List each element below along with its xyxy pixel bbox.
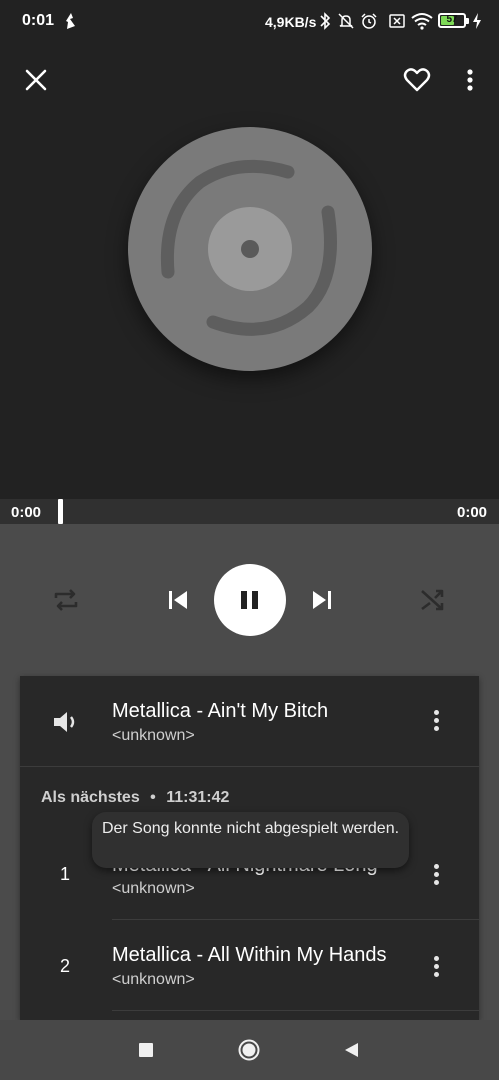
battery-level: 57	[446, 14, 458, 25]
divider	[112, 1010, 479, 1011]
more-vert-icon[interactable]	[434, 956, 440, 980]
queue-item-index: 1	[60, 864, 71, 884]
more-vert-icon[interactable]	[434, 864, 440, 888]
more-vert-icon[interactable]	[434, 710, 440, 734]
status-bar: 0:01 4,9KB/s 57	[0, 0, 499, 44]
more-vert-icon[interactable]	[466, 68, 474, 92]
wifi-icon	[411, 12, 433, 30]
previous-icon[interactable]	[166, 588, 190, 612]
pause-icon	[239, 589, 261, 611]
repeat-icon[interactable]	[52, 586, 80, 614]
home-icon[interactable]	[238, 1039, 260, 1061]
queue-header: Als nächstes • 11:31:42	[41, 789, 229, 807]
total-time: 0:00	[457, 504, 488, 521]
now-playing-artist: <unknown>	[112, 727, 195, 744]
queue-header-label: Als nächstes	[41, 789, 140, 806]
battery-tip	[466, 18, 469, 24]
alarm-icon	[360, 12, 378, 30]
sim-off-icon	[388, 12, 406, 30]
queue-duration: 11:31:42	[166, 789, 230, 806]
battery-icon: 57	[438, 13, 466, 28]
speaker-icon	[52, 709, 80, 735]
next-icon[interactable]	[310, 588, 334, 612]
divider	[20, 766, 479, 767]
progress-bar[interactable]	[0, 499, 499, 524]
bluetooth-icon	[317, 12, 335, 30]
queue-item-artist: <unknown>	[112, 971, 195, 988]
recents-icon[interactable]	[139, 1043, 153, 1057]
queue-item-artist: <unknown>	[112, 880, 195, 897]
network-speed: 4,9KB/s	[265, 14, 317, 30]
navigation-bar	[0, 1020, 499, 1080]
close-icon[interactable]	[24, 68, 48, 92]
play-pause-button[interactable]	[214, 564, 286, 636]
shuffle-icon[interactable]	[419, 586, 447, 614]
now-playing-row[interactable]: Metallica - Ain't My Bitch <unknown>	[20, 676, 479, 766]
mute-icon	[337, 12, 355, 30]
queue-item[interactable]: 2 Metallica - All Within My Hands <unkno…	[20, 920, 479, 1010]
back-icon[interactable]	[343, 1042, 359, 1058]
status-time: 0:01	[22, 12, 55, 29]
queue-item-title: Metallica - All Within My Hands	[112, 944, 387, 966]
toast-message: Der Song konnte nicht abgespielt werden.	[92, 812, 409, 868]
disc-hole	[241, 240, 259, 258]
queue-item-index: 2	[60, 956, 71, 976]
notification-app-icon	[64, 12, 82, 30]
queue-header-separator: •	[150, 789, 156, 806]
charging-icon	[472, 12, 490, 30]
heart-icon[interactable]	[403, 66, 431, 94]
now-playing-title: Metallica - Ain't My Bitch	[112, 700, 329, 722]
current-time: 0:00	[11, 504, 42, 521]
progress-thumb[interactable]	[58, 499, 63, 524]
